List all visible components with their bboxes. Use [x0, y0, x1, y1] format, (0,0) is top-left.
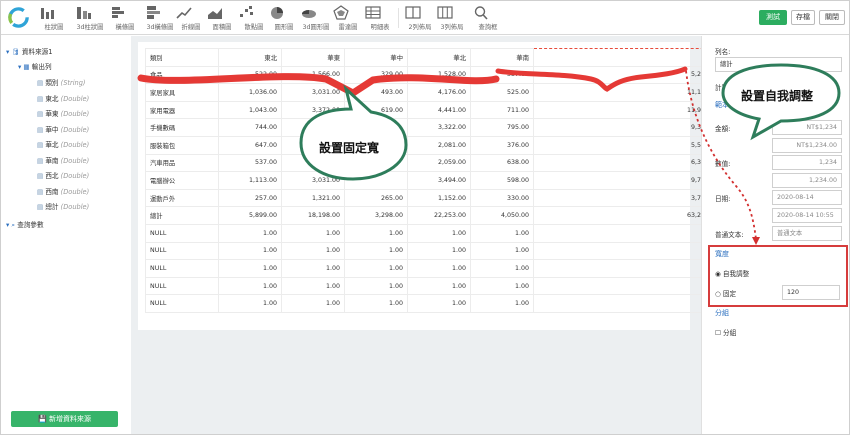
callout-auto-adjust: 設置自我調整 — [741, 89, 814, 103]
arrow-head-icon — [752, 237, 760, 245]
annotation-overlay — [137, 63, 841, 245]
app-window: 柱狀圖 3d柱狀圖 橫條圖 3d橫條圖 折線圖 面積圖 散點圖 圓形圖 3d圓形… — [0, 0, 850, 435]
red-brace-annotation — [137, 73, 500, 98]
callout-fixed-width: 設置固定寬 — [319, 141, 380, 155]
red-brace-annotation — [495, 66, 688, 92]
speech-bubble-fixed-width — [299, 84, 408, 181]
